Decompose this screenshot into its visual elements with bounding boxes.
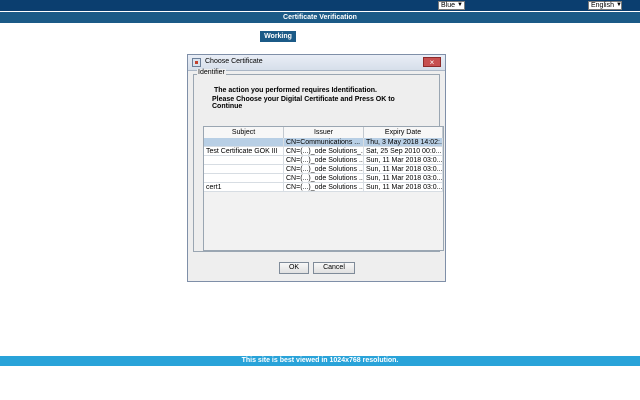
top-bar: Blue ▼ English ▼ xyxy=(0,0,640,11)
table-row[interactable]: cert1 CN=(...)_ode Solutions ... Sun, 11… xyxy=(204,183,443,192)
footer-banner: This site is best viewed in 1024x768 res… xyxy=(0,356,640,366)
footer-text: This site is best viewed in 1024x768 res… xyxy=(241,357,399,364)
choose-certificate-dialog: Choose Certificate × Identifier The acti… xyxy=(187,54,446,282)
working-label: Working xyxy=(264,33,292,40)
identifier-group-label: Identifier xyxy=(197,69,226,76)
language-select[interactable]: English ▼ xyxy=(588,1,622,10)
close-icon: × xyxy=(429,58,435,67)
working-badge: Working xyxy=(260,31,296,42)
cell-subject: Test Certificate GOK III xyxy=(204,147,284,156)
table-row[interactable]: CN=(...)_ode Solutions ... Sun, 11 Mar 2… xyxy=(204,165,443,174)
cell-issuer: CN=(...)_ode Solutions ... xyxy=(286,156,364,165)
cell-subject xyxy=(204,156,284,165)
table-row[interactable]: CN=(...)_ode Solutions ... Sun, 11 Mar 2… xyxy=(204,174,443,183)
close-button[interactable]: × xyxy=(423,57,441,67)
cell-issuer: CN=(...)_ode Solutions ... xyxy=(286,183,364,192)
cell-expiry: Thu, 3 May 2018 14:02:... xyxy=(366,138,443,147)
cell-issuer: CN=Communications ... xyxy=(284,138,364,147)
table-row[interactable]: Test Certificate GOK III CN=(...)_ode So… xyxy=(204,147,443,156)
cell-issuer: CN=(...)_ode Solutions ... xyxy=(286,174,364,183)
cell-issuer: CN=(...)_ode Solutions ... xyxy=(286,165,364,174)
cell-expiry: Sun, 11 Mar 2018 03:0... xyxy=(366,183,443,192)
theme-select-value: Blue xyxy=(441,2,456,9)
cell-expiry: Sun, 11 Mar 2018 03:0... xyxy=(366,174,443,183)
language-select-value: English xyxy=(591,2,614,9)
column-header-issuer[interactable]: Issuer xyxy=(284,127,364,138)
ok-button[interactable]: OK xyxy=(279,262,309,274)
cell-subject xyxy=(204,165,284,174)
cell-expiry: Sun, 11 Mar 2018 03:0... xyxy=(366,165,443,174)
chevron-down-icon: ▼ xyxy=(457,2,463,8)
table-row[interactable]: CN=Communications ... Thu, 3 May 2018 14… xyxy=(204,138,443,147)
java-app-icon xyxy=(192,58,201,67)
column-header-expiry-date[interactable]: Expiry Date xyxy=(364,127,443,138)
cell-issuer: CN=(...)_ode Solutions_... xyxy=(286,147,364,156)
cell-expiry: Sat, 25 Sep 2010 00:0... xyxy=(366,147,443,156)
message-line-2: Please Choose your Digital Certificate a… xyxy=(212,96,395,110)
page-title: Certificate Verification xyxy=(283,14,357,21)
chevron-down-icon: ▼ xyxy=(615,2,622,8)
dialog-titlebar[interactable]: Choose Certificate × xyxy=(188,55,445,71)
cell-subject xyxy=(204,138,284,147)
cell-subject: cert1 xyxy=(204,183,284,192)
identifier-group: Identifier The action you performed requ… xyxy=(193,69,444,252)
cancel-button[interactable]: Cancel xyxy=(313,262,355,274)
cell-expiry: Sun, 11 Mar 2018 03:0... xyxy=(366,156,443,165)
certificate-table[interactable]: Subject Issuer Expiry Date CN=Communicat… xyxy=(203,126,444,251)
message-line-1: The action you performed requires Identi… xyxy=(214,87,377,94)
page-title-bar: Certificate Verification xyxy=(0,12,640,23)
column-header-subject[interactable]: Subject xyxy=(204,127,284,138)
cell-subject xyxy=(204,174,284,183)
table-row[interactable]: CN=(...)_ode Solutions ... Sun, 11 Mar 2… xyxy=(204,156,443,165)
theme-select[interactable]: Blue ▼ xyxy=(438,1,465,10)
dialog-title: Choose Certificate xyxy=(205,58,263,65)
